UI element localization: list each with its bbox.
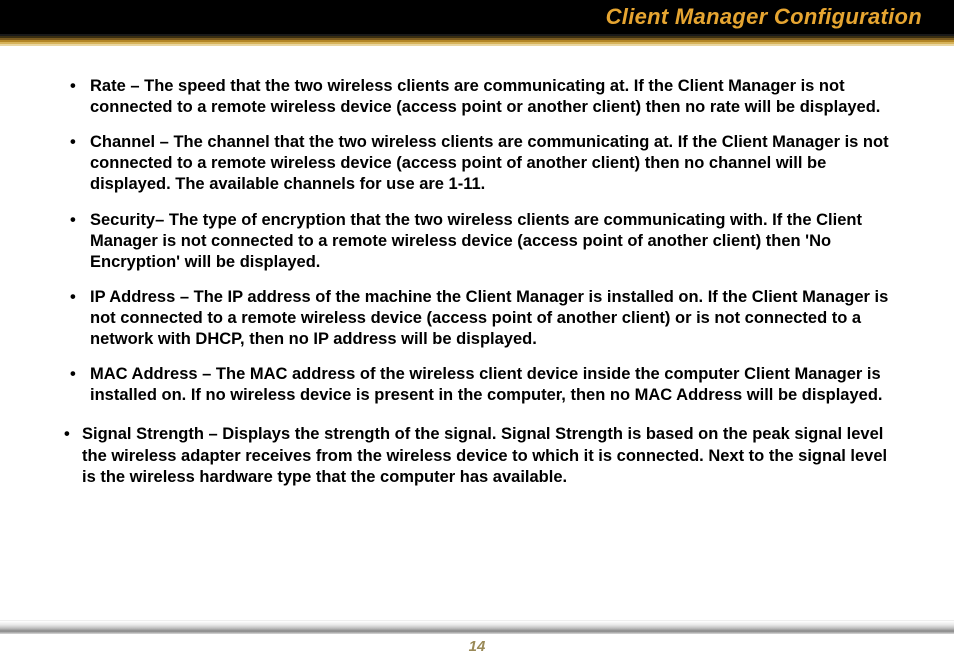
list-item: • Signal Strength – Displays the strengt… [70, 424, 894, 487]
item-desc: The channel that the two wireless client… [90, 133, 889, 193]
header-band: Client Manager Configuration [0, 0, 954, 46]
title-row: Client Manager Configuration [0, 0, 954, 34]
list-item: • Rate – The speed that the two wireless… [70, 76, 894, 118]
item-desc: The IP address of the machine the Client… [90, 288, 888, 348]
bullet-icon: • [70, 210, 76, 231]
item-desc: The type of encryption that the two wire… [90, 211, 862, 271]
list-item: • MAC Address – The MAC address of the w… [70, 364, 894, 406]
bullet-icon: • [70, 132, 76, 153]
footer-gradient [0, 620, 954, 634]
item-term: Rate – [90, 77, 144, 95]
page-number: 14 [0, 634, 954, 661]
item-term: MAC Address – [90, 365, 216, 383]
list-item: • Security– The type of encryption that … [70, 210, 894, 273]
stripe [0, 44, 954, 46]
bullet-icon: • [70, 287, 76, 308]
item-term: Signal Strength – [82, 425, 222, 443]
item-term: IP Address – [90, 288, 194, 306]
footer-band: 14 [0, 620, 954, 661]
list-item: • Channel – The channel that the two wir… [70, 132, 894, 195]
content-area: • Rate – The speed that the two wireless… [0, 46, 954, 522]
item-desc: The speed that the two wireless clients … [90, 77, 880, 116]
bullet-icon: • [70, 76, 76, 97]
bullet-icon: • [70, 364, 76, 385]
bullet-icon: • [64, 424, 70, 445]
page-title: Client Manager Configuration [606, 4, 922, 30]
list-item: • IP Address – The IP address of the mac… [70, 287, 894, 350]
item-term: Security– [90, 211, 169, 229]
item-term: Channel – [90, 133, 173, 151]
